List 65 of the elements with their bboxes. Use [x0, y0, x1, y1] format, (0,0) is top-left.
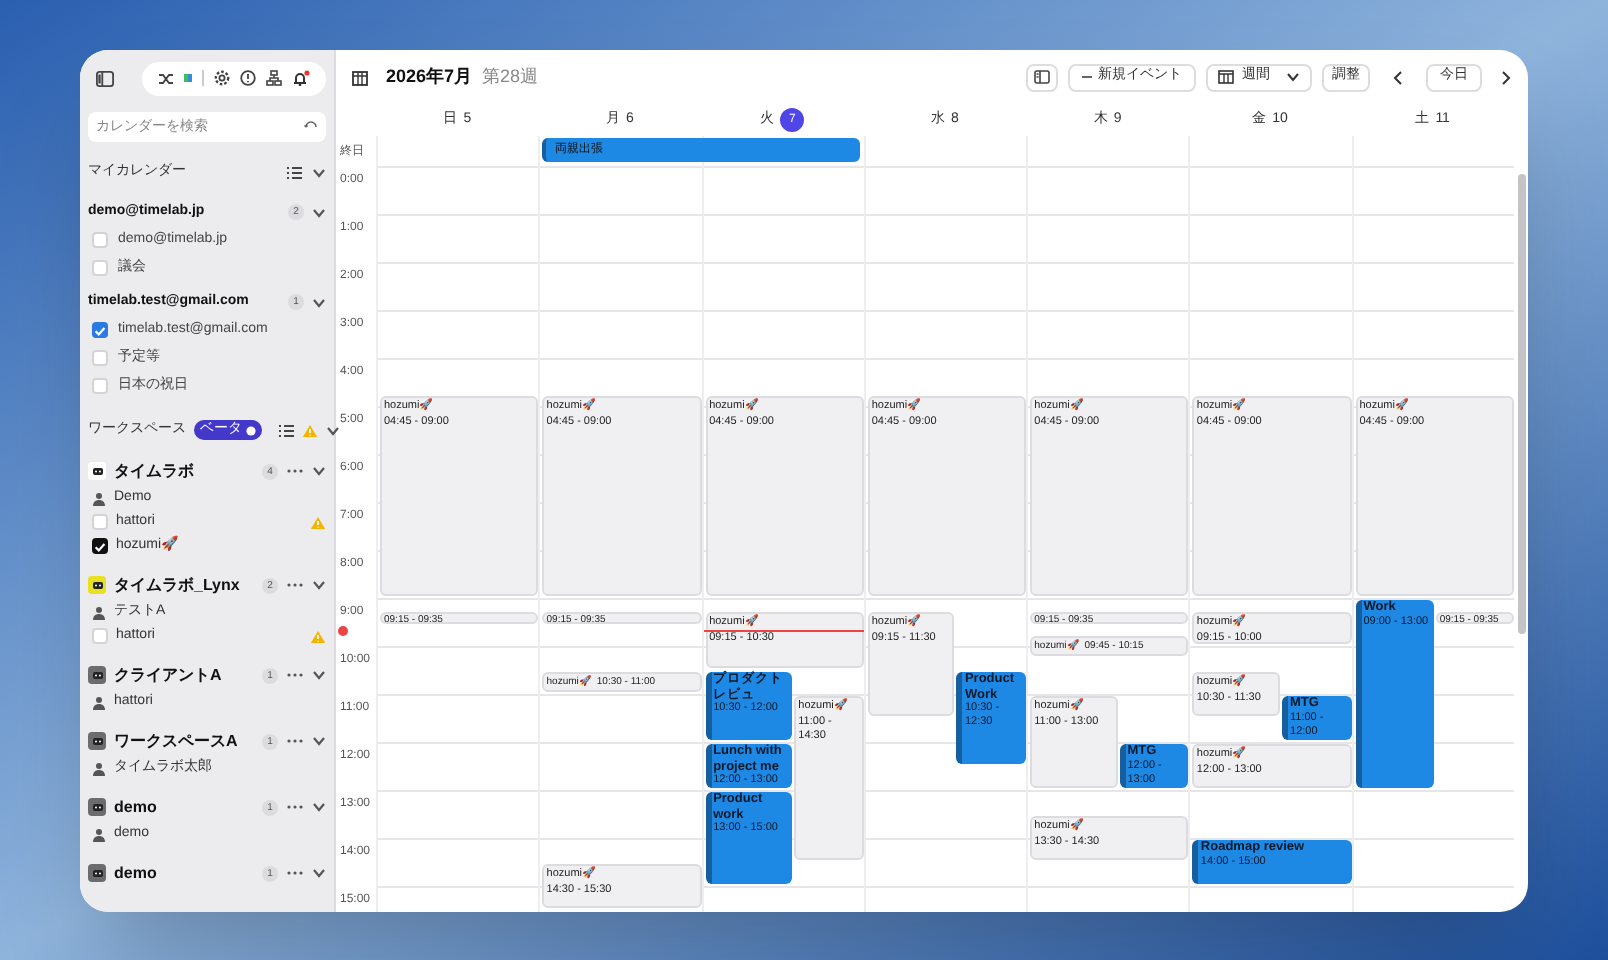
more-icon[interactable]: [286, 468, 304, 474]
network-icon[interactable]: [266, 70, 282, 86]
more-icon[interactable]: [286, 870, 304, 876]
person-icon: [92, 491, 106, 505]
bell-icon[interactable]: [292, 70, 310, 86]
workspace-name: demo: [114, 795, 159, 819]
chevron-down-icon: [1286, 72, 1300, 82]
previous-icon[interactable]: [1392, 69, 1404, 85]
list-icon[interactable]: [278, 423, 294, 437]
workspace-name: demo: [114, 861, 159, 885]
robot-face-icon: [91, 736, 103, 746]
chevron-down-icon[interactable]: [312, 868, 326, 878]
chevron-down-icon[interactable]: [312, 580, 326, 590]
settings-icon[interactable]: [214, 70, 230, 86]
refresh-icon: [304, 120, 318, 134]
chevron-down-icon[interactable]: [312, 466, 326, 476]
scrollbar-thumb[interactable]: [1518, 174, 1526, 634]
more-icon[interactable]: [286, 804, 304, 810]
checkbox[interactable]: [92, 628, 108, 644]
more-icon[interactable]: [286, 672, 304, 678]
check-icon: [94, 541, 106, 551]
chevron-down-icon[interactable]: [312, 736, 326, 746]
workspace-name: タイムラボ_Lynx: [114, 573, 242, 597]
checkbox[interactable]: [92, 260, 108, 276]
list-icon[interactable]: [286, 165, 302, 179]
person-icon: [92, 761, 106, 775]
chevron-down-icon[interactable]: [312, 297, 326, 307]
robot-face-icon: [91, 868, 103, 878]
chevron-down-icon[interactable]: [312, 670, 326, 680]
chevron-down-icon[interactable]: [326, 425, 340, 435]
checkbox[interactable]: [92, 350, 108, 366]
chevron-down-icon[interactable]: [312, 802, 326, 812]
workspace-name: ワークスペースA: [114, 729, 240, 753]
panel-toggle-button[interactable]: [1026, 63, 1058, 91]
shuffle-icon[interactable]: [158, 71, 174, 85]
workspace-name: タイムラボ: [114, 459, 196, 483]
month-title: 2026年7月: [386, 63, 473, 90]
robot-face-icon: [91, 580, 103, 590]
calendar-columns-icon: [1218, 70, 1234, 84]
next-icon[interactable]: [1500, 69, 1512, 85]
more-icon[interactable]: [286, 582, 304, 588]
workspace-name: クライアントA: [114, 663, 224, 687]
warning-icon: [302, 423, 318, 437]
check-icon: [94, 325, 106, 335]
status-dots-icon: [184, 74, 192, 82]
calendar-grid-icon: [352, 69, 368, 85]
checkbox[interactable]: [92, 538, 108, 554]
sidebar-toggle-icon[interactable]: [96, 69, 114, 87]
person-icon: [92, 605, 106, 619]
chevron-down-icon[interactable]: [312, 207, 326, 217]
checkbox[interactable]: [92, 232, 108, 248]
robot-face-icon: [91, 670, 103, 680]
panel-icon: [1034, 70, 1050, 84]
info-icon[interactable]: [240, 70, 256, 86]
more-icon[interactable]: [286, 738, 304, 744]
robot-face-icon: [91, 466, 103, 476]
person-icon: [92, 695, 106, 709]
info-icon: [246, 425, 256, 435]
week-number: 第28週: [482, 63, 539, 90]
checkbox[interactable]: [92, 378, 108, 394]
checkbox[interactable]: [92, 322, 108, 338]
checkbox[interactable]: [92, 514, 108, 530]
chevron-down-icon[interactable]: [312, 167, 326, 177]
robot-face-icon: [91, 802, 103, 812]
person-icon: [92, 827, 106, 841]
